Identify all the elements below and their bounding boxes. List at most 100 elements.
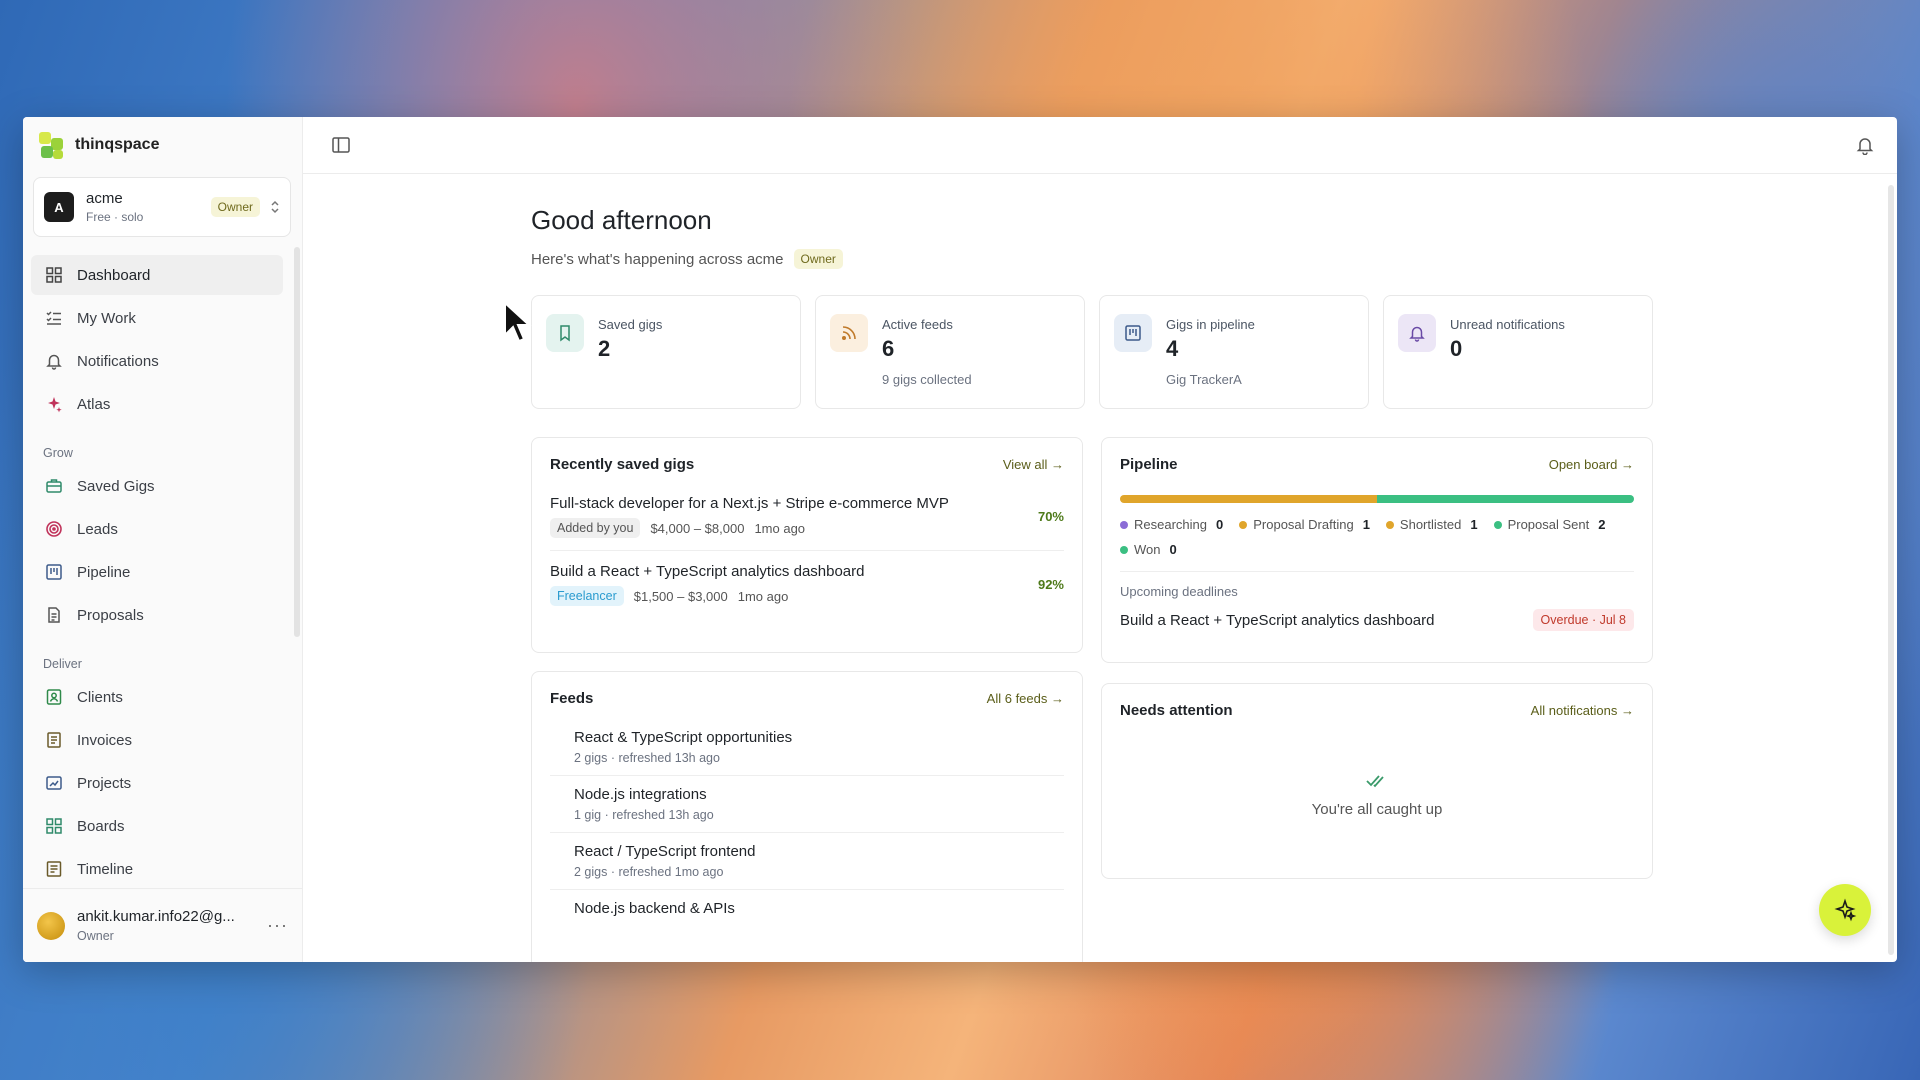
feed-title: Node.js backend & APIs [574, 900, 735, 917]
list-item[interactable]: Full-stack developer for a Next.js + Str… [550, 483, 1064, 551]
stat-card-saved-gigs[interactable]: Saved gigs 2 [531, 295, 801, 409]
sidebar-item-timeline[interactable]: Timeline [31, 849, 283, 889]
bell-icon[interactable] [1853, 133, 1877, 157]
feed-title: React & TypeScript opportunities [574, 729, 793, 746]
stat-value: 0 [1450, 336, 1463, 361]
recent-gigs-panel: Recently saved gigs View all → Full-stac… [531, 437, 1083, 653]
sidebar-scrollbar[interactable] [294, 247, 300, 637]
user-menu[interactable]: ankit.kumar.info22@g... Owner ··· [23, 888, 302, 962]
panel-title: Feeds [550, 690, 594, 707]
nav-section-grow: Grow [43, 446, 73, 460]
legend-item[interactable]: Proposal Sent 2 [1493, 517, 1605, 532]
legend-count: 1 [1362, 517, 1370, 532]
stat-value: 2 [598, 336, 611, 361]
kanban-icon [1114, 314, 1152, 352]
sidebar-item-saved-gigs[interactable]: Saved Gigs [31, 466, 283, 506]
gig-age: 1mo ago [754, 520, 806, 536]
panel-title: Needs attention [1120, 702, 1233, 719]
sidebar-item-label: Notifications [77, 352, 159, 370]
stat-label: Unread notifications [1450, 317, 1565, 332]
deadlines-label: Upcoming deadlines [1120, 584, 1238, 599]
list-item[interactable]: Build a React + TypeScript analytics das… [550, 551, 1064, 618]
list-item[interactable]: React & TypeScript opportunities 2 gigs … [550, 719, 1064, 776]
feed-meta: 1 gig · refreshed 13h ago [574, 808, 714, 822]
legend-label: Researching [1134, 517, 1207, 532]
workspace-role-badge: Owner [210, 197, 260, 217]
sidebar-item-label: Leads [77, 520, 118, 538]
stat-label: Gigs in pipeline [1166, 317, 1255, 332]
legend-item[interactable]: Researching 0 [1120, 517, 1223, 532]
all-feeds-link[interactable]: All 6 feeds → [987, 691, 1064, 706]
sidebar-item-label: Saved Gigs [77, 477, 155, 495]
legend-count: 0 [1169, 542, 1177, 557]
open-board-link[interactable]: Open board → [1549, 457, 1634, 472]
pipeline-panel: Pipeline Open board → Researching 0 Propo… [1101, 437, 1653, 663]
list-item[interactable]: Node.js backend & APIs [550, 890, 1064, 927]
stat-value: 6 [882, 336, 895, 361]
gig-match-score: 70% [1037, 509, 1064, 524]
timeline-icon [46, 861, 62, 877]
workspace-switcher[interactable]: A acme Free · solo Owner [33, 177, 291, 237]
sidebar-item-projects[interactable]: Projects [31, 763, 283, 803]
more-options-icon[interactable]: ··· [267, 915, 288, 936]
invoice-icon [47, 732, 61, 748]
role-badge: Owner [793, 249, 843, 269]
legend-item[interactable]: Proposal Drafting 1 [1239, 517, 1370, 532]
all-notifications-link[interactable]: All notifications → [1531, 703, 1634, 718]
legend-item[interactable]: Shortlisted 1 [1385, 517, 1478, 532]
deadline-item[interactable]: Build a React + TypeScript analytics das… [1120, 609, 1634, 631]
sidebar-item-my-work[interactable]: My Work [31, 298, 283, 338]
brand[interactable]: thinqspace [37, 129, 159, 161]
page-subtitle: Here's what's happening across acme Owne… [531, 249, 843, 269]
legend-count: 1 [1470, 517, 1478, 532]
sidebar-item-label: Proposals [77, 606, 144, 624]
stat-sub: 9 gigs collected [882, 372, 972, 387]
stat-card-active-feeds[interactable]: Active feeds 6 9 gigs collected [815, 295, 1085, 409]
sidebar-item-atlas[interactable]: Atlas [31, 384, 283, 424]
legend-count: 0 [1216, 517, 1224, 532]
stat-card-gigs-in-pipeline[interactable]: Gigs in pipeline 4 Gig TrackerA [1099, 295, 1369, 409]
list-item[interactable]: Node.js integrations 1 gig · refreshed 1… [550, 776, 1064, 833]
sidebar-item-clients[interactable]: Clients [31, 677, 283, 717]
pipeline-bar-segment [1120, 495, 1377, 503]
checklist-icon [46, 311, 61, 325]
sidebar-item-pipeline[interactable]: Pipeline [31, 552, 283, 592]
stat-card-unread-notifications[interactable]: Unread notifications 0 [1383, 295, 1653, 409]
sidebar-toggle-icon[interactable] [329, 133, 353, 157]
sidebar-item-label: Pipeline [77, 563, 131, 581]
page-title: Good afternoon [531, 205, 712, 235]
boards-icon [46, 818, 62, 834]
workspace-name: acme [86, 190, 123, 207]
sidebar-item-proposals[interactable]: Proposals [31, 595, 283, 635]
sidebar-item-notifications[interactable]: Notifications [31, 341, 283, 381]
divider [1120, 571, 1634, 572]
assistant-button[interactable] [1819, 884, 1871, 936]
gig-tag: Freelancer [550, 586, 624, 606]
sidebar-item-label: Timeline [77, 860, 134, 878]
rss-icon [830, 314, 868, 352]
gig-title: Full-stack developer for a Next.js + Str… [550, 495, 949, 512]
view-all-link[interactable]: View all → [1003, 457, 1064, 472]
legend-label: Proposal Sent [1507, 517, 1590, 532]
brand-name: thinqspace [75, 136, 160, 153]
legend-item[interactable]: Won 0 [1120, 542, 1177, 557]
sidebar-item-invoices[interactable]: Invoices [31, 720, 283, 760]
sidebar-item-boards[interactable]: Boards [31, 806, 283, 846]
folder-icon [46, 776, 62, 790]
sidebar-item-leads[interactable]: Leads [31, 509, 283, 549]
main-scrollbar[interactable] [1888, 185, 1894, 955]
sidebar-item-label: My Work [77, 309, 136, 327]
feed-meta: 2 gigs · refreshed 1mo ago [574, 865, 724, 879]
list-item[interactable]: React / TypeScript frontend 2 gigs · ref… [550, 833, 1064, 890]
sidebar-item-label: Dashboard [77, 266, 151, 284]
gig-budget: $4,000 – $8,000 [650, 520, 745, 536]
feed-title: React / TypeScript frontend [574, 843, 756, 860]
status-badge: Overdue · Jul 8 [1532, 609, 1634, 631]
contact-icon [46, 689, 62, 705]
sidebar-nav: Dashboard My Work Notifications Atlas Gr… [31, 255, 283, 892]
empty-state: You're all caught up [1102, 774, 1652, 818]
empty-state-text: You're all caught up [1311, 801, 1443, 818]
stat-value: 4 [1166, 336, 1179, 361]
sidebar-item-label: Boards [77, 817, 125, 835]
sidebar-item-dashboard[interactable]: Dashboard [31, 255, 283, 295]
